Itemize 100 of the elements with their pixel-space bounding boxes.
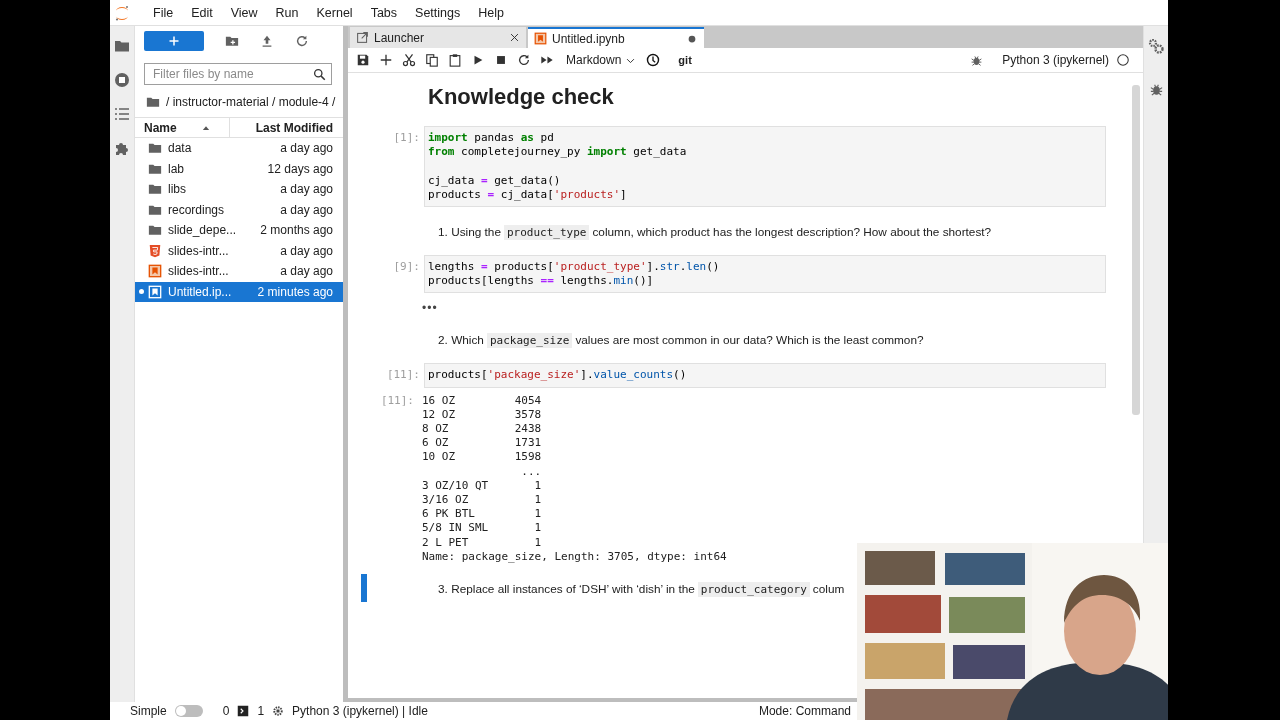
output-line: 3/16 OZ 1 (422, 493, 543, 508)
add-icon[interactable] (379, 53, 393, 67)
folder-icon (148, 182, 162, 197)
close-icon[interactable] (509, 32, 520, 43)
tab[interactable]: Launcher (350, 27, 526, 48)
menu-item[interactable]: Run (266, 5, 308, 20)
menu-item[interactable]: Settings (406, 5, 470, 20)
copy-icon[interactable] (425, 53, 439, 67)
gears-icon[interactable] (1148, 38, 1164, 54)
output-line: 2 L PET 1 (422, 535, 543, 550)
file-row[interactable]: slides-intr... a day ago (135, 240, 343, 261)
menu-item[interactable]: Tabs (361, 5, 407, 20)
file-row[interactable]: recordings a day ago (135, 199, 343, 220)
list-icon[interactable] (114, 106, 130, 122)
output-line: 6 OZ 1731 (422, 436, 543, 451)
search-field[interactable]: Filter files by name (144, 63, 332, 85)
modified-time: a day ago (280, 182, 333, 197)
jupyter-logo-icon (114, 4, 130, 21)
notebook-file-icon (148, 284, 162, 299)
search-icon (313, 68, 326, 81)
modified-time: 12 days ago (267, 161, 333, 176)
modified-time: a day ago (280, 202, 333, 217)
file-row[interactable]: slide_depe... 2 months ago (135, 220, 343, 241)
input-prompt: [11]: (385, 367, 421, 384)
new-launcher-button[interactable] (144, 31, 204, 51)
save-icon[interactable] (356, 53, 370, 67)
file-name: libs (168, 182, 187, 197)
file-row[interactable]: libs a day ago (135, 179, 343, 200)
cell-type-dropdown[interactable]: Markdown (566, 53, 637, 67)
menu-item[interactable]: File (144, 5, 183, 20)
question-text: 1. Using the product_type column, which product has the longest description? How about the shortest? (437, 224, 993, 242)
output-line: ... (520, 464, 543, 479)
file-row[interactable]: data a day ago (135, 138, 343, 159)
heading: Knowledge check (428, 84, 615, 110)
notebook-file-icon (534, 32, 547, 45)
kernel-count: 1 (257, 704, 265, 718)
modified-time: 2 months ago (260, 223, 333, 238)
refresh-icon[interactable] (295, 34, 309, 48)
tab[interactable]: Untitled.ipynb (528, 27, 704, 48)
plus-icon (168, 35, 180, 47)
code-cell[interactable]: lengths = products['product_type'].str.len() products[lengths == lengths.min()] (424, 255, 1106, 294)
puzzle-icon[interactable] (114, 140, 130, 156)
menu-item[interactable]: View (221, 5, 267, 20)
kernel-status-icon (1116, 53, 1130, 67)
file-row[interactable]: lab 12 days ago (135, 158, 343, 179)
folder-icon[interactable] (114, 38, 130, 54)
column-header[interactable]: Name (144, 120, 177, 135)
kernel-status[interactable]: Python 3 (ipykernel) | Idle (292, 704, 428, 718)
folder-icon (148, 141, 162, 156)
collapsed-output-dots[interactable]: ••• (418, 301, 438, 316)
output-line: Name: package_size, Length: 3705, dtype: int64 (422, 549, 727, 565)
file-name: slides-intr... (168, 264, 230, 279)
output-line: 16 OZ 4054 (422, 393, 543, 408)
modified-time: a day ago (280, 141, 333, 156)
clock-icon[interactable] (646, 53, 661, 67)
output-line: 3 OZ/10 QT 1 (422, 478, 543, 494)
kernel-name[interactable]: Python 3 (ipykernel) (1002, 53, 1109, 67)
upload-icon[interactable] (260, 34, 274, 48)
new-folder-icon[interactable] (225, 34, 239, 48)
file-row[interactable]: Untitled.ip... 2 minutes ago (135, 281, 343, 302)
output-prompt: [11]: (379, 393, 415, 409)
modified-time: a day ago (280, 243, 333, 258)
menu-item[interactable]: Help (469, 5, 513, 20)
question-text: 2. Which package_size values are most common in our data? Which is the least common? (437, 332, 925, 351)
terminal-icon (237, 705, 250, 717)
bug-icon[interactable] (970, 53, 984, 67)
file-name: slide_depe... (168, 223, 238, 238)
output-line: 12 OZ 3578 (422, 407, 543, 422)
input-prompt: [9]: (392, 259, 421, 275)
folder-icon[interactable] (146, 95, 160, 109)
modified-time: a day ago (280, 264, 333, 279)
restart-icon[interactable] (517, 53, 531, 67)
launcher-icon (356, 31, 369, 44)
code-cell[interactable]: products['package_size'].value_counts() (424, 363, 1106, 388)
html-file-icon (148, 243, 162, 258)
file-row[interactable]: slides-intr... a day ago (135, 261, 343, 282)
bug-icon[interactable] (1148, 82, 1164, 97)
input-prompt: [1]: (392, 130, 421, 146)
slides-file-icon (148, 264, 162, 279)
code-cell[interactable]: import pandas as pd from completejourney_py import get_data cj_data = get_data() products = cj_data['products'] (424, 126, 1106, 207)
scrollbar[interactable] (1132, 85, 1140, 415)
git-label[interactable]: git (678, 54, 692, 66)
output-line: 5/8 IN SML 1 (422, 521, 543, 536)
stop-circle-icon[interactable] (114, 72, 130, 88)
terminal-count: 0 (222, 704, 230, 718)
mode-label: Simple (130, 704, 167, 718)
file-name: data (168, 141, 193, 156)
output-line: 6 PK BTL 1 (422, 507, 543, 522)
breadcrumb-path[interactable]: / instructor-material / module-4 / (166, 95, 336, 109)
stop-icon[interactable] (494, 53, 508, 67)
modified-time: 2 minutes ago (257, 284, 333, 299)
cut-icon[interactable] (402, 53, 416, 67)
menu-item[interactable]: Edit (182, 5, 222, 20)
column-header[interactable]: Last Modified (255, 120, 333, 135)
menu-item[interactable]: Kernel (307, 5, 362, 20)
kernel-icon (272, 705, 285, 717)
simple-toggle[interactable] (174, 705, 203, 717)
paste-icon[interactable] (448, 53, 462, 67)
file-name: lab (168, 161, 185, 176)
file-name: Untitled.ip... (168, 284, 233, 299)
